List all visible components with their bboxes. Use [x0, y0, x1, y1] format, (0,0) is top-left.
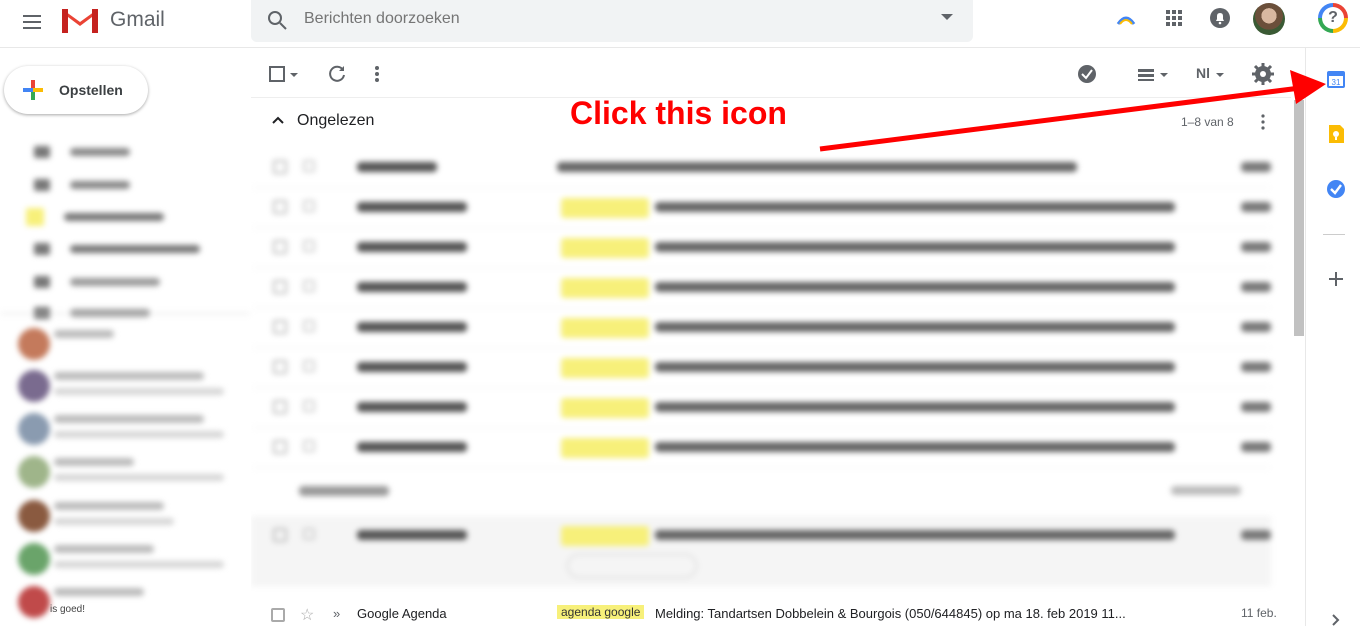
email-row[interactable] — [251, 148, 1271, 188]
email-row[interactable] — [251, 388, 1271, 428]
email-sender: Google Agenda — [357, 606, 447, 621]
section-title[interactable]: Ongelezen — [297, 112, 374, 130]
email-list — [251, 148, 1281, 618]
search-input[interactable] — [304, 0, 904, 38]
sidebar-item[interactable] — [34, 272, 160, 292]
chat-item[interactable] — [18, 328, 238, 364]
density-dropdown-icon[interactable] — [1157, 62, 1171, 86]
importance-marker[interactable]: » — [333, 606, 340, 621]
star-icon[interactable]: ☆ — [300, 605, 314, 625]
density-icon[interactable] — [1135, 62, 1159, 86]
section-count: 1–8 van 8 — [1181, 115, 1234, 129]
chat-item[interactable] — [18, 543, 238, 579]
avatar[interactable] — [1253, 3, 1285, 35]
chat-item[interactable] — [18, 370, 238, 406]
refresh-icon[interactable] — [325, 62, 349, 86]
chat-item[interactable] — [18, 456, 238, 492]
mail-toolbar: Nl — [251, 50, 1291, 98]
calendar-icon[interactable]: 31 — [1325, 68, 1347, 90]
email-row[interactable]: ☆ » Google Agenda agenda google Melding:… — [251, 600, 1291, 626]
chat-preview-text: is goed! — [50, 604, 86, 615]
sidebar-item[interactable] — [34, 239, 200, 259]
email-subject: Melding: Tandartsen Dobbelein & Bourgois… — [655, 606, 1126, 621]
language-dropdown[interactable]: Nl — [1196, 65, 1210, 81]
email-row[interactable] — [251, 308, 1271, 348]
apps-grid-icon[interactable] — [1162, 6, 1186, 30]
email-row[interactable] — [251, 228, 1271, 268]
sidebar-item[interactable] — [34, 142, 130, 162]
sidebar-divider — [0, 313, 250, 314]
compose-button[interactable]: Opstellen — [4, 66, 148, 114]
help-icon[interactable]: ? — [1318, 3, 1348, 33]
chevron-up-icon[interactable] — [269, 112, 287, 130]
section-more-icon[interactable] — [1253, 112, 1273, 132]
chat-item[interactable] — [18, 500, 238, 536]
email-date: 11 feb. — [1241, 606, 1277, 620]
email-row[interactable] — [251, 516, 1271, 586]
select-dropdown-icon[interactable] — [287, 62, 301, 86]
chat-item[interactable] — [18, 413, 238, 449]
language-dropdown-icon[interactable] — [1213, 62, 1227, 86]
google-one-icon[interactable] — [1114, 8, 1138, 32]
scrollbar[interactable] — [1294, 100, 1304, 336]
gmail-logo[interactable]: Gmail — [60, 4, 165, 36]
sidebar — [0, 130, 250, 626]
search-icon[interactable] — [265, 8, 289, 32]
settings-icon[interactable] — [1251, 62, 1275, 86]
email-row[interactable] — [251, 188, 1271, 228]
side-panel: 31 — [1305, 48, 1360, 626]
email-row[interactable] — [251, 428, 1271, 468]
add-addon-icon[interactable] — [1325, 268, 1347, 290]
annotation-text: Click this icon — [570, 95, 787, 131]
email-label: agenda google — [557, 605, 645, 619]
sidebar-item[interactable] — [26, 207, 164, 227]
menu-icon[interactable] — [20, 10, 44, 34]
help-question-icon: ? — [1322, 7, 1344, 29]
expand-icon[interactable] — [1325, 612, 1347, 626]
tasks-icon[interactable] — [1325, 178, 1347, 200]
row-checkbox[interactable] — [271, 608, 285, 622]
gmail-logo-icon — [62, 9, 98, 33]
notifications-icon[interactable] — [1208, 6, 1232, 30]
email-row[interactable] — [251, 348, 1271, 388]
search-bar[interactable] — [251, 0, 973, 42]
app-name: Gmail — [110, 8, 165, 31]
other-section-header — [251, 472, 1291, 512]
more-icon[interactable] — [365, 62, 389, 86]
rail-divider — [1323, 234, 1345, 235]
keep-icon[interactable] — [1325, 123, 1347, 145]
top-bar: Gmail ? — [0, 0, 1360, 48]
sidebar-item[interactable] — [34, 175, 130, 195]
tasks-check-icon[interactable] — [1075, 62, 1099, 86]
svg-text:31: 31 — [1332, 78, 1341, 87]
email-row[interactable] — [251, 268, 1271, 308]
compose-plus-icon — [23, 80, 43, 100]
search-options-icon[interactable] — [941, 14, 953, 20]
compose-label: Opstellen — [59, 82, 123, 98]
